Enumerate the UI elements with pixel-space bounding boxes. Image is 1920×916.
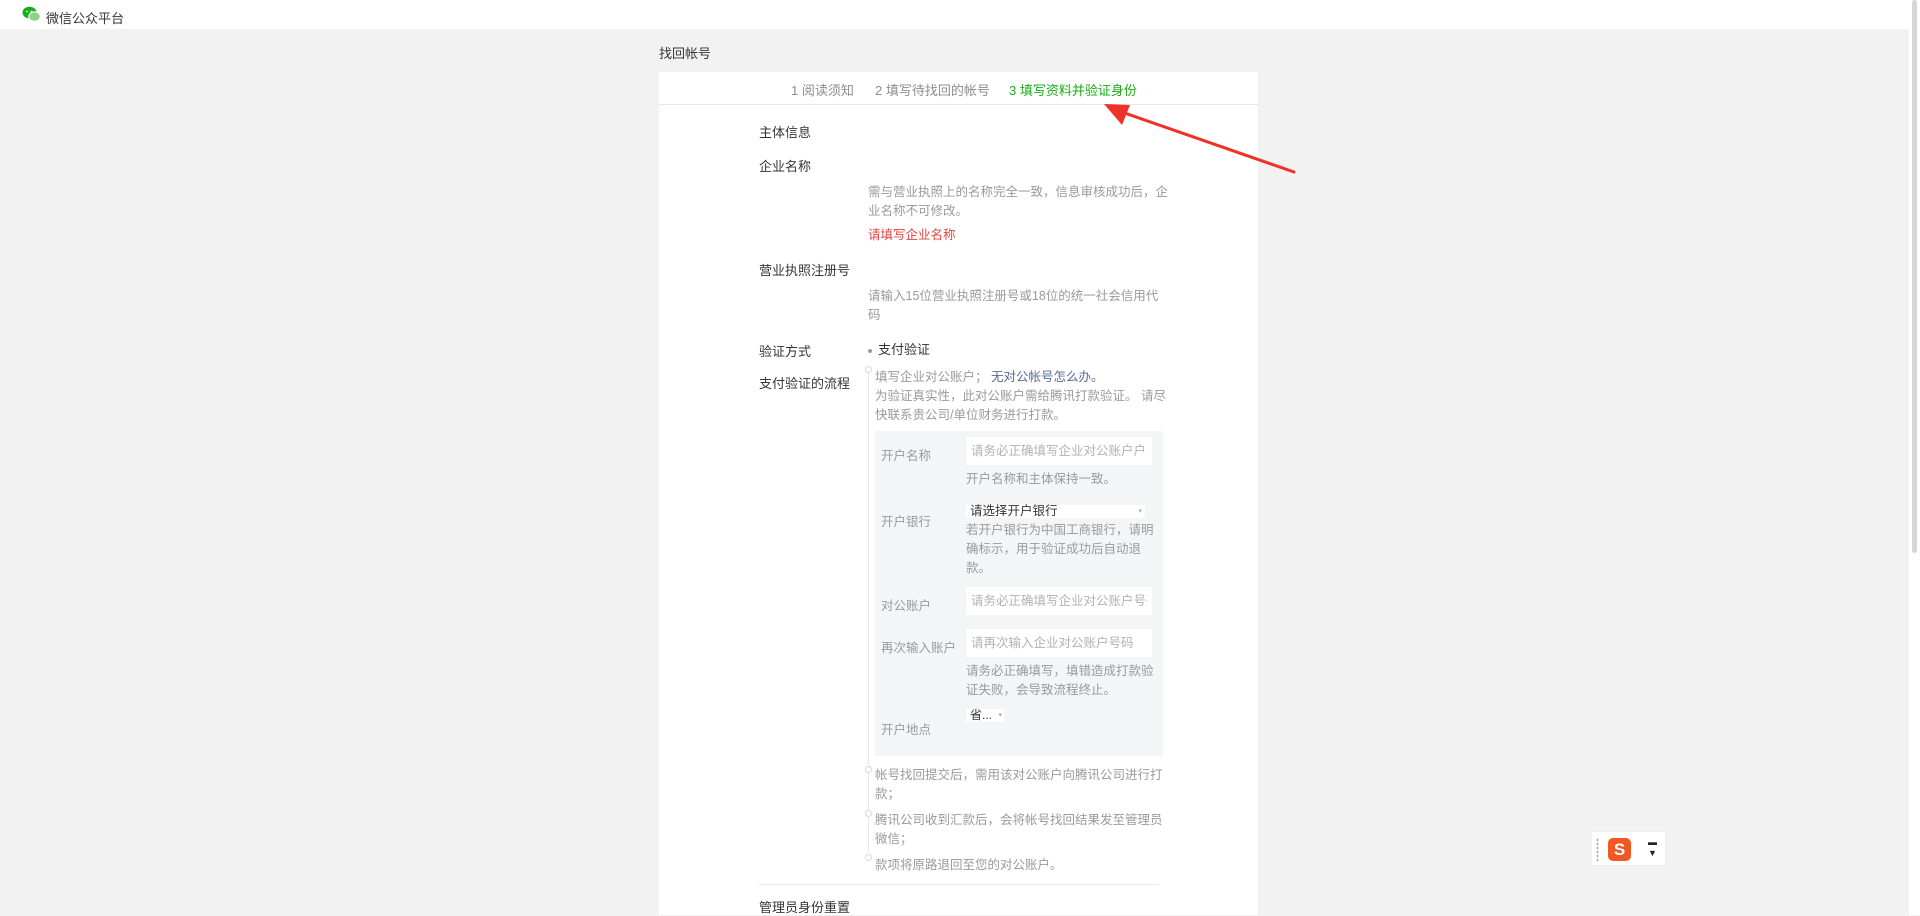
license-label: 营业执照注册号 xyxy=(759,263,851,278)
radio-dot-icon xyxy=(868,348,872,353)
province-select[interactable]: 省... ▾ xyxy=(966,709,1004,722)
company-name-label: 企业名称 xyxy=(759,159,812,174)
account-label: 对公账户 xyxy=(881,599,932,613)
drag-handle-icon[interactable] xyxy=(1596,838,1599,862)
flow-step4: 款项将原路退回至您的对公账户。 xyxy=(875,858,1063,872)
account-input[interactable] xyxy=(966,587,1152,615)
step-fill-account: 2 填写待找回的帐号 xyxy=(875,83,990,98)
verify-method-label: 验证方式 xyxy=(759,344,812,359)
scrollbar-thumb[interactable] xyxy=(1912,0,1917,553)
section-title-entity: 主体信息 xyxy=(759,125,812,140)
radio-pay-verify[interactable]: 支付验证 xyxy=(868,339,930,358)
flow-step1: 填写企业对公账户； 无对公帐号怎么办。 为验证真实性，此对公账户需给腾讯打款验证… xyxy=(875,370,1166,422)
section-title-admin-reset: 管理员身份重置 xyxy=(759,900,851,915)
bank-select[interactable]: 请选择开户银行 ▾ xyxy=(966,505,1145,518)
timeline-line xyxy=(868,370,869,852)
timeline-dot xyxy=(865,766,872,773)
account-name-input[interactable] xyxy=(966,437,1152,465)
timeline-dot xyxy=(865,366,872,373)
location-label: 开户地点 xyxy=(881,723,932,737)
step-verify-identity: 3 填写资料并验证身份 xyxy=(1009,83,1137,98)
company-name-error: 请填写企业名称 xyxy=(868,228,956,242)
red-arrow-annotation-icon xyxy=(1104,104,1296,174)
license-help: 请输入15位营业执照注册号或18位的统一社会信用代 码 xyxy=(868,289,1159,322)
timeline-dot xyxy=(865,810,872,817)
bank-info-box: 开户名称 开户名称和主体保持一致。 开户银行 请选择开户银行▾ 若开户银行为中国… xyxy=(875,431,1163,756)
brand-name[interactable]: 微信公众平台 xyxy=(46,8,124,27)
account-confirm-input[interactable] xyxy=(966,629,1152,657)
flow-step3: 腾讯公司收到汇款后，会将帐号找回结果发至管理员 微信； xyxy=(875,813,1163,846)
page-title: 找回帐号 xyxy=(659,46,712,61)
step-read-notice: 1 阅读须知 xyxy=(791,83,854,98)
timeline-dot xyxy=(865,854,872,861)
account-confirm-label: 再次输入账户 xyxy=(881,641,957,655)
ime-menu-icon[interactable]: ▬ ▼ xyxy=(1648,837,1657,859)
ime-toolbar[interactable]: S ▬ ▼ xyxy=(1591,831,1666,866)
sogou-ime-logo-icon[interactable]: S xyxy=(1608,838,1631,861)
flow-step2: 帐号找回提交后，需用该对公账户向腾讯公司进行打 款； xyxy=(875,768,1163,801)
flow-label: 支付验证的流程 xyxy=(759,376,851,391)
section-divider xyxy=(759,884,1159,885)
no-corporate-account-link[interactable]: 无对公帐号怎么办。 xyxy=(991,370,1104,384)
account-confirm-help: 请务必正确填写，填错造成打款验 证失败，会导致流程终止。 xyxy=(966,664,1154,697)
bank-label: 开户银行 xyxy=(881,515,932,529)
chevron-down-icon: ▾ xyxy=(998,712,1002,719)
account-name-label: 开户名称 xyxy=(881,449,932,463)
bank-help: 若开户银行为中国工商银行，请明 确标示，用于验证成功后自动退 款。 xyxy=(966,523,1154,575)
chevron-down-icon: ▾ xyxy=(1138,508,1142,515)
wechat-logo-icon xyxy=(22,6,41,22)
top-bar: 微信公众平台 xyxy=(0,0,1920,29)
account-name-help: 开户名称和主体保持一致。 xyxy=(966,472,1117,486)
form-panel: 1 阅读须知 2 填写待找回的帐号 3 填写资料并验证身份 主体信息 企业名称 … xyxy=(659,72,1258,915)
